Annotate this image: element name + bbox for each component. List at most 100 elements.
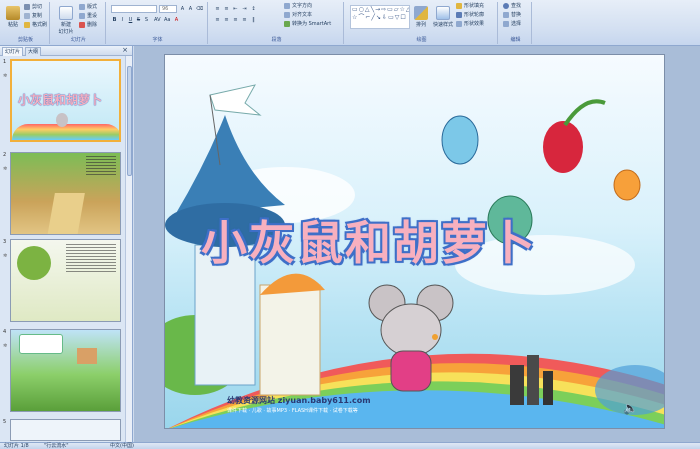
status-bar: 幻灯片 1/8 "行云流水" 中文(中国) xyxy=(0,442,700,449)
cursor-icon xyxy=(503,20,509,27)
speaker-icon[interactable]: 🔈 xyxy=(623,401,638,415)
clipboard-icon xyxy=(6,6,20,20)
panel-tabs: 幻灯片 大纲 × xyxy=(0,46,132,56)
increase-indent-button[interactable]: ⇥ xyxy=(241,5,248,12)
align-right-button[interactable]: ≡ xyxy=(232,16,239,23)
current-slide[interactable]: 小灰鼠和胡萝卜 幼教资源网站 ziyuan.baby611.com 课件下载 ·… xyxy=(164,54,665,429)
arrange-button[interactable]: 排列 xyxy=(412,6,430,28)
animation-star-icon: ✲ xyxy=(3,343,8,349)
delete-button[interactable]: 删除 xyxy=(79,21,97,29)
columns-button[interactable]: ‖ xyxy=(250,16,257,23)
shape-effects-button[interactable]: 形状效果 xyxy=(456,20,484,28)
tab-outline[interactable]: 大纲 xyxy=(25,47,42,56)
shapes-gallery[interactable]: ▭○△╲→⇨▭▱☆△◯▢{}☆⌒⌐╱↘⇩▭▽☐ xyxy=(350,5,410,29)
font-size-combo[interactable]: 96 xyxy=(159,5,177,13)
mouse-nose xyxy=(432,334,438,340)
thumbnail-text-block xyxy=(86,156,116,176)
bold-button[interactable]: B xyxy=(111,16,118,23)
balloon xyxy=(613,169,641,201)
thumbnail-tree xyxy=(17,246,51,280)
scrollbar-thumb[interactable] xyxy=(127,66,132,176)
align-center-button[interactable]: ≡ xyxy=(223,16,230,23)
thumbnail-number: 2 xyxy=(3,152,7,158)
new-slide-icon xyxy=(59,6,73,20)
castle-roof xyxy=(175,115,285,215)
panel-scrollbar[interactable] xyxy=(125,56,132,442)
clear-format-button[interactable]: ⌫ xyxy=(195,5,203,12)
paste-label: 粘贴 xyxy=(7,22,18,28)
shape-fill-button[interactable]: 形状填充 xyxy=(456,2,484,10)
justify-button[interactable]: ≡ xyxy=(241,16,248,23)
shape-outline-button[interactable]: 形状轮廓 xyxy=(456,11,484,19)
new-slide-button[interactable]: 新建 幻灯片 xyxy=(55,6,77,35)
copy-button[interactable]: 复制 xyxy=(24,12,42,20)
smartart-button[interactable]: 转换为 SmartArt xyxy=(284,20,331,28)
align-left-button[interactable]: ≡ xyxy=(214,16,221,23)
slide-title[interactable]: 小灰鼠和胡萝卜 xyxy=(201,207,651,273)
change-case-button[interactable]: Aa xyxy=(163,16,170,23)
slide-thumbnail-1[interactable]: 小灰鼠和胡萝卜 xyxy=(10,59,121,142)
new-slide-label: 新建 幻灯片 xyxy=(58,22,74,35)
shadow-button[interactable]: S xyxy=(143,16,150,23)
copy-label: 复制 xyxy=(32,13,43,19)
thumbnail-house xyxy=(77,348,97,364)
thumbnail-road xyxy=(47,193,85,234)
paragraph-group: ≡ ≡ ⇤ ⇥ ↕ ≡ ≡ ≡ ≡ ‖ 文字方向 对齐文本 转换为 SmartA… xyxy=(210,2,344,44)
thumbnail-number: 1 xyxy=(3,59,7,65)
select-label: 选择 xyxy=(511,21,522,27)
slide-footer-note[interactable]: 课件下载 · 儿歌 · 故事MP3 · FLASH课件下载 · 试卷下载等 xyxy=(227,407,358,414)
slide-thumbnail-2[interactable] xyxy=(10,152,121,235)
flag xyxy=(209,84,262,116)
shape-fill-label: 形状填充 xyxy=(464,3,485,9)
strikethrough-button[interactable]: S xyxy=(135,16,142,23)
font-color-button[interactable]: A xyxy=(173,16,180,23)
font-group-label: 字体 xyxy=(152,37,163,43)
paste-button[interactable]: 粘贴 xyxy=(4,6,22,28)
shrink-font-button[interactable]: A xyxy=(187,5,194,12)
text-direction-button[interactable]: 文字方向 xyxy=(284,2,312,10)
slide-thumbnail-5[interactable] xyxy=(10,419,121,441)
numbering-button[interactable]: ≡ xyxy=(223,5,230,12)
format-painter-button[interactable]: 格式刷 xyxy=(24,21,47,29)
brush-icon xyxy=(24,21,30,28)
align-text-button[interactable]: 对齐文本 xyxy=(284,11,312,19)
cut-label: 剪切 xyxy=(32,4,43,10)
underline-button[interactable]: U xyxy=(127,16,134,23)
decrease-indent-button[interactable]: ⇤ xyxy=(232,5,239,12)
spacing-button[interactable]: AV xyxy=(153,16,161,23)
line-spacing-button[interactable]: ↕ xyxy=(250,5,257,12)
select-button[interactable]: 选择 xyxy=(503,20,521,28)
quick-styles-button[interactable]: 快速样式 xyxy=(432,6,454,28)
theme-name: "行云流水" xyxy=(44,443,69,449)
find-button[interactable]: 查找 xyxy=(503,2,521,10)
cut-button[interactable]: 剪切 xyxy=(24,3,42,11)
mouse-head xyxy=(380,303,442,357)
thumbnail-rainbow xyxy=(12,124,119,140)
tab-slides[interactable]: 幻灯片 xyxy=(2,47,24,56)
slide-thumbnail-3[interactable] xyxy=(10,239,121,322)
reset-button[interactable]: 重设 xyxy=(79,12,97,20)
align-text-label: 对齐文本 xyxy=(292,12,313,18)
bullets-button[interactable]: ≡ xyxy=(214,5,221,12)
delete-icon xyxy=(79,21,85,28)
layout-button[interactable]: 版式 xyxy=(79,3,97,11)
grow-font-button[interactable]: A xyxy=(179,5,186,12)
thumbnail-mouse xyxy=(56,113,68,127)
slide-footer-site[interactable]: 幼教资源网站 ziyuan.baby611.com xyxy=(227,395,371,406)
clipboard-group: 粘贴 剪切 复制 格式刷 剪贴板 xyxy=(2,2,50,44)
font-name-combo[interactable] xyxy=(111,5,157,13)
quick-styles-label: 快速样式 xyxy=(432,22,453,28)
italic-button[interactable]: I xyxy=(119,16,126,23)
reset-label: 重设 xyxy=(87,13,98,19)
arrange-icon xyxy=(414,6,428,20)
slide-thumbnail-4[interactable] xyxy=(10,329,121,412)
radish-leaf xyxy=(563,99,606,127)
font-size-value: 96 xyxy=(162,6,169,12)
slides-group-label: 幻灯片 xyxy=(70,37,86,43)
replace-button[interactable]: 替换 xyxy=(503,11,521,19)
close-icon[interactable]: × xyxy=(122,46,128,55)
drawing-group-label: 绘图 xyxy=(416,37,427,43)
shape-effects-label: 形状效果 xyxy=(464,21,485,27)
thumbnail-text-block xyxy=(66,244,116,272)
language-indicator: 中文(中国) xyxy=(110,443,134,449)
